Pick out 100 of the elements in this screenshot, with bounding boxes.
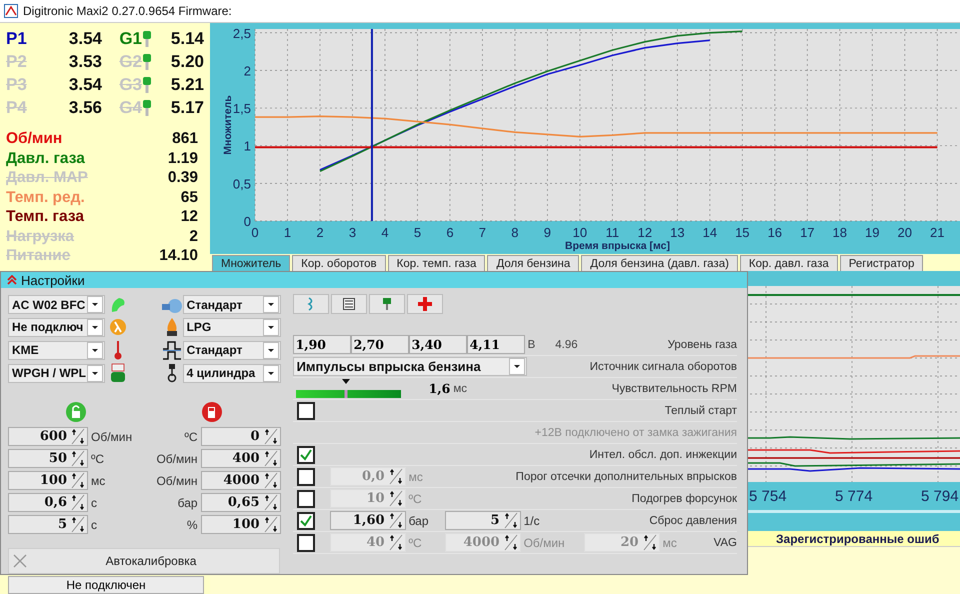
number-field[interactable]: 50 (8, 449, 88, 468)
spin-button[interactable] (502, 512, 520, 529)
injector-icon (142, 76, 152, 94)
spin-button[interactable] (386, 534, 405, 551)
spin-button[interactable] (386, 468, 405, 485)
chevron-up-icon[interactable] (7, 275, 17, 285)
checkbox[interactable] (296, 446, 315, 464)
dropdown[interactable]: Стандарт (182, 295, 281, 314)
toolbar-button[interactable] (330, 294, 367, 314)
unit-label: ºC (184, 430, 199, 444)
channel-value: 5.21 (170, 74, 204, 96)
axis-tick-label: 5 774 (835, 488, 871, 504)
tab[interactable]: Кор. давл. газа (740, 255, 838, 271)
dropdown[interactable]: LPG (182, 318, 281, 336)
number-field[interactable]: 5 (444, 511, 521, 530)
autocalibration-button[interactable]: Автокалибровка (8, 548, 280, 574)
reading-label: Темп. ред. (6, 188, 85, 207)
toolbar-button[interactable] (406, 294, 443, 314)
dropdown[interactable]: Не подключ (8, 318, 105, 336)
toolbar-button[interactable] (368, 294, 405, 314)
cursor-line[interactable] (370, 29, 373, 221)
plus-icon (418, 297, 432, 311)
dropdown[interactable]: 4 цилиндра (182, 364, 281, 382)
checkbox[interactable] (296, 402, 315, 420)
injector-icon (382, 298, 391, 310)
caret-icon (262, 364, 279, 382)
unit-label: Об/мин (90, 430, 134, 444)
caret-icon (87, 318, 103, 336)
voltage-field[interactable]: 4,11 (466, 335, 525, 354)
spin-button[interactable] (69, 494, 87, 511)
spiral-icon (306, 297, 315, 311)
check-icon (300, 514, 312, 526)
number-field[interactable]: 100 (200, 515, 281, 534)
channel-value: 3.54 (68, 28, 102, 50)
reading-label: Нагрузка (6, 226, 74, 246)
app-icon (4, 4, 18, 18)
spin-button[interactable] (386, 490, 405, 507)
tab[interactable]: Кор. оборотов (292, 255, 386, 271)
tab[interactable]: Доля бензина (давл. газа) (581, 255, 738, 271)
axis-tick-label: 21 (930, 225, 944, 240)
tab[interactable]: Множитель (212, 255, 290, 271)
check-icon (300, 448, 312, 460)
dropdown[interactable]: WPGH / WPL (8, 364, 105, 382)
injector-icon (110, 363, 126, 383)
checkbox[interactable] (296, 490, 315, 508)
tab[interactable]: Доля бензина (487, 255, 580, 271)
spin-button[interactable] (69, 450, 87, 467)
number-field[interactable]: 0,65 (200, 493, 281, 512)
injector-icon (142, 98, 152, 116)
checkbox[interactable] (296, 534, 315, 552)
number-field[interactable]: 1,60 (330, 511, 406, 530)
dropdown[interactable]: Импульсы впрыска бензина (292, 357, 527, 376)
number-field[interactable]: 100 (8, 471, 88, 490)
unit-label: Об/мин (522, 536, 566, 550)
checkbox[interactable] (296, 512, 315, 530)
dropdown[interactable]: Не подключен (8, 576, 204, 594)
setting-label: Сброс давления (649, 514, 737, 526)
slider-thumb[interactable] (340, 379, 351, 398)
dropdown[interactable]: AC W02 BFC (8, 295, 105, 314)
checkbox[interactable] (296, 468, 315, 486)
axis-tick-label: 13 (670, 225, 685, 240)
axis-tick-label: 15 (735, 225, 750, 240)
spin-button[interactable] (262, 428, 280, 445)
number-field[interactable]: 4000 (200, 471, 281, 490)
spin-button[interactable] (69, 428, 87, 445)
number-field[interactable]: 0,6 (8, 493, 88, 512)
caret-icon (262, 342, 279, 358)
dropdown[interactable]: KME (8, 340, 105, 360)
unit-label: с (90, 496, 98, 510)
spin-button[interactable] (502, 534, 520, 551)
axis-tick-label: 5 754 (749, 488, 785, 504)
reading-label: Темп. газа (6, 207, 84, 226)
spin-button[interactable] (386, 512, 405, 529)
axis-tick-label: 6 (446, 225, 454, 240)
number-field[interactable]: 0 (200, 427, 281, 446)
tools-icon (13, 554, 27, 568)
voltage-field[interactable]: 1,90 (292, 335, 351, 354)
number-field[interactable]: 600 (8, 427, 88, 446)
number-field[interactable]: 400 (200, 449, 281, 468)
voltage-field[interactable]: 2,70 (350, 335, 409, 354)
setting-label: Теплый старт (664, 404, 737, 416)
spin-button[interactable] (69, 516, 87, 533)
spin-button[interactable] (640, 534, 659, 551)
tab[interactable]: Регистратор (840, 255, 924, 271)
setting-label: Интел. обсл. доп. инжекции (589, 448, 737, 460)
tab[interactable]: Кор. темп. газа (388, 255, 486, 271)
spin-button[interactable] (69, 472, 87, 489)
spin-button[interactable] (262, 450, 280, 467)
axis-tick-label: 12 (638, 225, 652, 240)
unit-label: мс (453, 382, 467, 394)
voltage-field[interactable]: 3,40 (408, 335, 467, 354)
spin-button[interactable] (262, 516, 280, 533)
spin-button[interactable] (262, 494, 280, 511)
spin-button[interactable] (262, 472, 280, 489)
axis-tick-label: 10 (572, 225, 588, 240)
caret-icon (87, 296, 103, 313)
channel-label: G1 (118, 28, 142, 50)
caret-icon (87, 342, 103, 358)
dropdown[interactable]: Стандарт (182, 340, 281, 360)
number-field[interactable]: 5 (8, 515, 88, 534)
